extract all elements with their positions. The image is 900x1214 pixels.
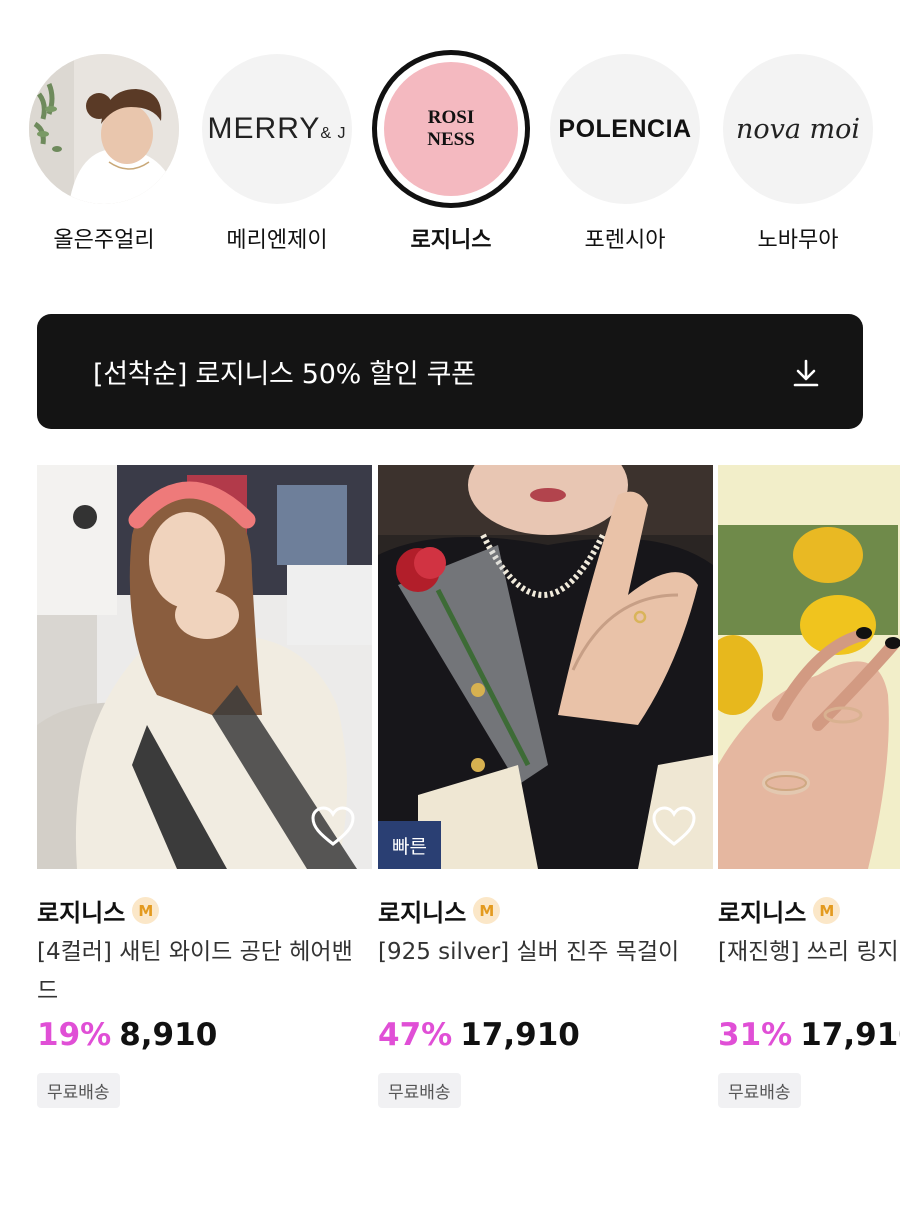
brand-logo-rosiness-line2: NESS <box>427 129 475 150</box>
membership-badge: M <box>813 897 841 924</box>
brand-story-row: 올은주얼리 MERRY& J 메리엔제이 ROSI NESS 로지니스 POLE… <box>0 0 900 270</box>
fast-delivery-tag: 빠른 <box>378 821 441 869</box>
membership-badge: M <box>132 897 160 924</box>
brand-avatar-oleun[interactable] <box>29 54 179 204</box>
product-brand[interactable]: 로지니스 <box>37 893 125 928</box>
product-card[interactable]: 빠른 로지니스 M [925 silver] 실버 진주 목걸이 47% 17,… <box>378 465 713 1108</box>
brand-story-name: 로지니스 <box>410 228 492 253</box>
product-brand-row: 로지니스 M <box>378 893 501 928</box>
free-shipping-tag: 무료배송 <box>718 1073 801 1108</box>
product-image[interactable]: 빠른 <box>378 465 713 869</box>
wishlist-heart-icon[interactable] <box>651 805 697 847</box>
discount-rate: 31% <box>718 1017 793 1053</box>
product-title[interactable]: [925 silver] 실버 진주 목걸이 <box>378 933 698 972</box>
brand-logo-rosiness-line1: ROSI <box>427 107 475 128</box>
brand-logo-merryj: MERRY& J <box>208 112 347 146</box>
free-shipping-tag: 무료배송 <box>378 1073 461 1108</box>
brand-story-name: 노바무아 <box>757 228 839 253</box>
brand-avatar-rosiness[interactable]: ROSI NESS <box>384 62 518 196</box>
product-title[interactable]: [재진행] 쓰리 링지 1set <box>718 933 900 972</box>
free-shipping-tag: 무료배송 <box>37 1073 120 1108</box>
brand-story-name: 메리엔제이 <box>226 228 328 253</box>
brand-logo-text: MERRY <box>207 112 321 145</box>
brand-avatar-photo <box>29 54 179 204</box>
brand-avatar-novamoi[interactable]: nova moi <box>723 54 873 204</box>
product-price: 8,910 <box>119 1017 218 1053</box>
product-brand[interactable]: 로지니스 <box>718 893 806 928</box>
discount-rate: 47% <box>378 1017 453 1053</box>
coupon-label: [선착순] 로지니스 50% 할인 쿠폰 <box>93 359 476 390</box>
download-icon[interactable] <box>791 358 821 388</box>
brand-logo-novamoi: nova moi <box>735 113 861 145</box>
product-price: 17,910 <box>460 1017 580 1053</box>
product-price-row: 19% 8,910 <box>37 1017 217 1053</box>
product-title[interactable]: [4컬러] 새틴 와이드 공단 헤어밴드 <box>37 933 357 1011</box>
product-carousel[interactable]: 로지니스 M [4컬러] 새틴 와이드 공단 헤어밴드 19% 8,910 무료… <box>0 465 900 1165</box>
product-card[interactable]: 로지니스 M [재진행] 쓰리 링지 1set 31% 17,910 무료배송 <box>718 465 900 1108</box>
brand-avatar-merryj[interactable]: MERRY& J <box>202 54 352 204</box>
coupon-download-banner[interactable]: [선착순] 로지니스 50% 할인 쿠폰 <box>37 314 863 429</box>
brand-logo-suffix: & J <box>320 125 347 142</box>
product-photo-rings <box>718 465 900 869</box>
brand-avatar-polencia[interactable]: POLENCIA <box>550 54 700 204</box>
brand-story-name: 올은주얼리 <box>53 228 155 253</box>
brand-logo-polencia: POLENCIA <box>558 114 692 143</box>
product-price-row: 47% 17,910 <box>378 1017 580 1053</box>
product-price: 17,910 <box>800 1017 900 1053</box>
product-price-row: 31% 17,910 <box>718 1017 900 1053</box>
product-image[interactable] <box>37 465 372 869</box>
product-image[interactable] <box>718 465 900 869</box>
product-brand-row: 로지니스 M <box>718 893 841 928</box>
product-card[interactable]: 로지니스 M [4컬러] 새틴 와이드 공단 헤어밴드 19% 8,910 무료… <box>37 465 372 1108</box>
membership-badge: M <box>473 897 501 924</box>
product-brand-row: 로지니스 M <box>37 893 160 928</box>
brand-story-name: 포렌시아 <box>584 228 666 253</box>
wishlist-heart-icon[interactable] <box>310 805 356 847</box>
discount-rate: 19% <box>37 1017 112 1053</box>
product-brand[interactable]: 로지니스 <box>378 893 466 928</box>
